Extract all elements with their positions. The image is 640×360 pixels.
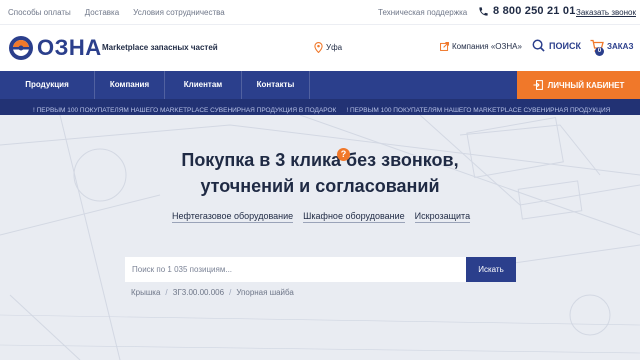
external-link-icon — [440, 42, 449, 51]
category-link-oilgas[interactable]: Нефтегазовое оборудование — [172, 211, 294, 223]
header-search-button[interactable]: ПОИСК — [532, 39, 581, 52]
city-selector[interactable]: Уфа — [314, 42, 342, 53]
utility-link-delivery[interactable]: Доставка — [85, 8, 119, 17]
tagline: Marketplace запасных частей — [102, 43, 218, 52]
utility-links: Способы оплаты Доставка Условия сотрудни… — [8, 8, 225, 17]
company-link-label: Компания «ОЗНА» — [452, 42, 522, 51]
phone-number: 8 800 250 21 01 — [493, 5, 576, 17]
location-pin-icon — [314, 42, 323, 53]
category-link-cabinets[interactable]: Шкафное оборудование — [303, 211, 405, 223]
nav-item-company[interactable]: Компания — [95, 71, 165, 99]
nav-item-clients[interactable]: Клиентам — [165, 71, 242, 99]
login-icon — [533, 80, 543, 90]
example-separator: / — [229, 288, 232, 297]
hero-title-line2: уточнений и согласований — [200, 176, 440, 196]
phone-icon — [479, 6, 488, 16]
hero-search-button[interactable]: Искать — [466, 257, 516, 282]
utility-link-payment[interactable]: Способы оплаты — [8, 8, 71, 17]
hero-title-line1: Покупка в 3 клика без звонков, — [181, 150, 459, 170]
promo-ticker: ! ПЕРВЫМ 100 ПОКУПАТЕЛЯМ НАШЕГО MARKETPL… — [0, 99, 640, 115]
search-example-1[interactable]: Крышка — [131, 288, 160, 297]
top-utility-bar: Способы оплаты Доставка Условия сотрудни… — [0, 0, 640, 25]
cart-label: ЗАКАЗ — [607, 41, 634, 51]
search-example-2[interactable]: ЗГ3.00.00.006 — [173, 288, 224, 297]
logo-text: ОЗНА — [37, 35, 102, 60]
search-icon — [532, 39, 545, 52]
search-examples: Крышка / ЗГ3.00.00.006 / Упорная шайба — [131, 288, 294, 297]
logo-mark-icon — [9, 36, 33, 60]
personal-account-label: ЛИЧНЫЙ КАБИНЕТ — [547, 80, 625, 90]
main-nav: Продукция Компания Клиентам Контакты ЛИЧ… — [0, 71, 640, 99]
category-link-spark-protection[interactable]: Искрозащита — [414, 211, 471, 223]
company-link[interactable]: Компания «ОЗНА» — [440, 42, 522, 51]
logo[interactable]: ОЗНА — [8, 35, 102, 61]
hero-search-input[interactable] — [125, 257, 466, 282]
nav-item-products[interactable]: Продукция — [0, 71, 95, 99]
personal-account-button[interactable]: ЛИЧНЫЙ КАБИНЕТ — [517, 71, 640, 99]
city-name: Уфа — [326, 43, 343, 52]
nav-item-contacts[interactable]: Контакты — [242, 71, 310, 99]
question-icon[interactable]: ? — [337, 148, 350, 161]
cart-button[interactable]: 0 ЗАКАЗ — [590, 39, 634, 56]
utility-link-terms[interactable]: Условия сотрудничества — [133, 8, 225, 17]
search-example-3[interactable]: Упорная шайба — [236, 288, 294, 297]
callback-link[interactable]: Заказать звонок — [576, 8, 636, 17]
category-links: Нефтегазовое оборудование Шкафное оборуд… — [172, 211, 471, 223]
support-link[interactable]: Техническая поддержка — [378, 8, 467, 17]
phone-block[interactable]: 8 800 250 21 01 — [478, 5, 576, 17]
hero-section: Покупка в 3 клика без звонков, уточнений… — [0, 115, 640, 360]
cart-count-badge: 0 — [595, 47, 604, 56]
site-header: ОЗНА Marketplace запасных частей Уфа Ком… — [0, 25, 640, 71]
example-separator: / — [165, 288, 168, 297]
hero-title: Покупка в 3 клика без звонков, уточнений… — [0, 147, 640, 199]
ticker-text: ! ПЕРВЫМ 100 ПОКУПАТЕЛЯМ НАШЕГО MARKETPL… — [33, 107, 337, 114]
hero-search-form: Искать — [125, 257, 516, 282]
ticker-text-repeat: ! ПЕРВЫМ 100 ПОКУПАТЕЛЯМ НАШЕГО MARKETPL… — [346, 107, 611, 114]
search-label: ПОИСК — [549, 40, 581, 51]
